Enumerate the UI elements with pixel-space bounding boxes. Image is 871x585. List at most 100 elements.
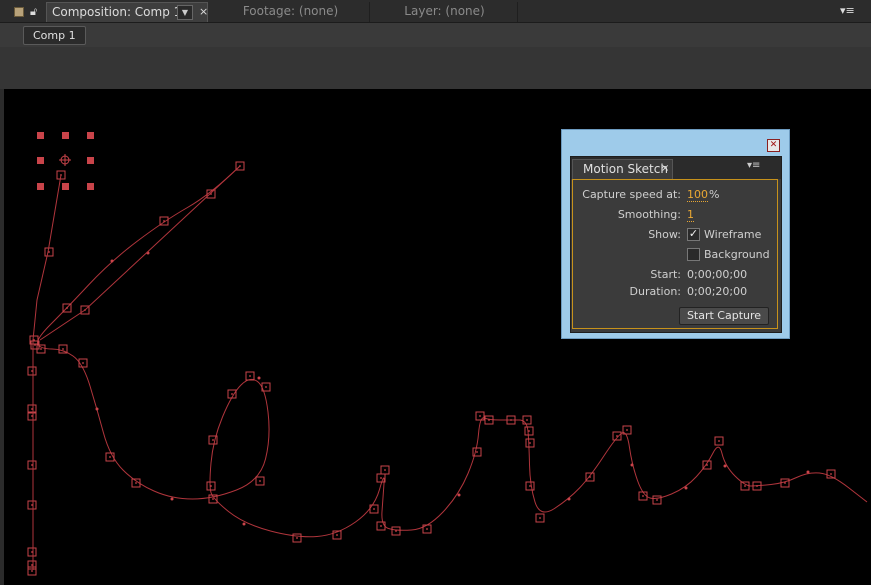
keyframe-dot xyxy=(539,517,541,519)
start-capture-button[interactable]: Start Capture xyxy=(679,307,769,325)
start-label: Start: xyxy=(650,268,681,281)
keyframe-marker[interactable] xyxy=(380,465,390,475)
keyframe-dot xyxy=(212,439,214,441)
keyframe-dot xyxy=(373,508,375,510)
keyframe-marker[interactable] xyxy=(206,481,216,491)
layer-handle[interactable] xyxy=(87,132,94,139)
keyframe-dot xyxy=(616,435,618,437)
keyframe-marker[interactable] xyxy=(44,247,54,257)
anchor-point-icon[interactable] xyxy=(59,154,71,166)
keyframe-dot xyxy=(249,375,251,377)
path-dot xyxy=(630,463,634,467)
comp-color-icon[interactable] xyxy=(14,7,24,17)
path-dot xyxy=(457,493,461,497)
panel-tab-bar: 🔓︎ Composition: Comp 1 ▼ × Footage: (non… xyxy=(0,0,871,23)
keyframe-dot xyxy=(784,482,786,484)
duration-value: 0;00;20;00 xyxy=(687,285,748,298)
keyframe-dot xyxy=(510,419,512,421)
layer-handle[interactable] xyxy=(37,183,44,190)
smoothing-label: Smoothing: xyxy=(617,208,681,221)
anchor-cross xyxy=(59,154,71,166)
smoothing-value[interactable]: 1 xyxy=(687,208,694,222)
keyframe-marker[interactable] xyxy=(475,411,485,421)
path-dot xyxy=(723,464,727,468)
keyframe-marker[interactable] xyxy=(525,481,535,491)
panel-menu-icon[interactable]: ▾≡ xyxy=(840,4,855,17)
keyframe-dot xyxy=(642,495,644,497)
keyframe-marker[interactable] xyxy=(652,495,662,505)
keyframe-dot xyxy=(62,348,64,350)
keyframe-marker[interactable] xyxy=(245,371,255,381)
tab-layer[interactable]: Layer: (none) xyxy=(372,2,518,22)
path-dot xyxy=(806,470,810,474)
keyframe-dot xyxy=(528,430,530,432)
path-dot xyxy=(567,497,571,501)
keyframe-dot xyxy=(656,499,658,501)
tab-motion-sketch[interactable]: Motion Sketch × xyxy=(572,159,673,179)
keyframe-dot xyxy=(830,473,832,475)
keyframe-dot xyxy=(744,485,746,487)
keyframe-marker[interactable] xyxy=(522,415,532,425)
close-icon[interactable]: × xyxy=(661,160,669,178)
tab-footage[interactable]: Footage: (none) xyxy=(212,2,370,22)
keyframe-dot xyxy=(395,530,397,532)
keyframe-marker[interactable] xyxy=(27,366,37,376)
panel-menu-icon[interactable]: ▾≡ xyxy=(747,160,760,171)
wireframe-checkbox[interactable]: ✓ xyxy=(687,228,700,241)
layer-handle[interactable] xyxy=(87,183,94,190)
keyframe-marker[interactable] xyxy=(525,438,535,448)
keyframe-dot xyxy=(82,362,84,364)
show-label: Show: xyxy=(648,228,681,241)
motion-sketch-panel: Motion Sketch × ▾≡ Capture speed at: 100… xyxy=(570,156,782,333)
path-dot xyxy=(110,259,114,263)
keyframe-dot xyxy=(589,476,591,478)
keyframe-marker[interactable] xyxy=(391,526,401,536)
keyframe-marker[interactable] xyxy=(714,436,724,446)
keyframe-dot xyxy=(718,440,720,442)
tab-composition[interactable]: Composition: Comp 1 ▼ × xyxy=(46,2,208,22)
keyframe-dot xyxy=(426,528,428,530)
keyframe-dot xyxy=(626,429,628,431)
path-dot xyxy=(170,497,174,501)
lock-icon[interactable]: 🔓︎ xyxy=(30,5,40,18)
path-dot xyxy=(684,486,688,490)
breadcrumb-comp[interactable]: Comp 1 xyxy=(23,26,86,45)
keyframe-dot xyxy=(109,456,111,458)
layer-handle[interactable] xyxy=(87,157,94,164)
keyframe-marker[interactable] xyxy=(535,513,545,523)
start-value: 0;00;00;00 xyxy=(687,268,748,281)
layer-handle[interactable] xyxy=(37,157,44,164)
path-dot xyxy=(257,376,261,380)
keyframe-marker[interactable] xyxy=(376,521,386,531)
keyframe-marker[interactable] xyxy=(27,500,37,510)
layer-handle[interactable] xyxy=(37,132,44,139)
keyframe-marker[interactable] xyxy=(27,566,37,576)
capture-speed-value[interactable]: 100 xyxy=(687,188,708,202)
layer-handles[interactable] xyxy=(37,132,94,190)
path-dot xyxy=(242,522,246,526)
layer-handle[interactable] xyxy=(62,132,69,139)
keyframe-marker[interactable] xyxy=(27,560,37,570)
path-dot xyxy=(95,407,99,411)
tab-label: Motion Sketch xyxy=(583,162,668,176)
keyframe-marker[interactable] xyxy=(27,460,37,470)
close-icon[interactable]: × xyxy=(199,3,208,21)
keyframe-marker[interactable] xyxy=(255,476,265,486)
wireframe-label: Wireframe xyxy=(704,228,762,241)
layer-handle[interactable] xyxy=(62,183,69,190)
keyframe-dot xyxy=(265,386,267,388)
keyframe-marker[interactable] xyxy=(292,533,302,543)
keyframe-dot xyxy=(296,537,298,539)
background-checkbox[interactable] xyxy=(687,248,700,261)
keyframe-marker[interactable] xyxy=(524,426,534,436)
background-label: Background xyxy=(704,248,770,261)
capture-speed-unit: % xyxy=(709,188,720,201)
close-icon[interactable]: ✕ xyxy=(767,139,780,152)
keyframe-dot xyxy=(476,451,478,453)
breadcrumb: Comp 1 xyxy=(0,23,871,47)
keyframe-marker[interactable] xyxy=(27,547,37,557)
keyframe-marker[interactable] xyxy=(612,431,622,441)
keyframe-marker[interactable] xyxy=(740,481,750,491)
chevron-down-icon[interactable]: ▼ xyxy=(177,5,193,20)
keyframe-dot xyxy=(529,485,531,487)
